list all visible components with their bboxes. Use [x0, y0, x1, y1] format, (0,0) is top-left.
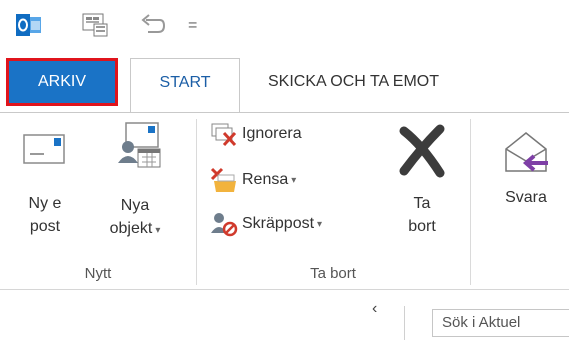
new-email-label-1: Ny e: [28, 195, 62, 212]
clean-up-button[interactable]: Rensa ▾: [210, 165, 296, 195]
group-label-nytt: Nytt: [84, 265, 112, 282]
reply-icon: [498, 132, 554, 179]
new-items-label-1: Nya: [120, 197, 150, 214]
ignore-icon: [210, 121, 238, 147]
group-label-ta-bort: Ta bort: [310, 265, 356, 282]
chevron-down-icon: ▾: [317, 218, 323, 230]
ignore-label: Ignorera: [242, 125, 302, 142]
tab-skicka-och-ta-emot[interactable]: SKICKA OCH TA EMOT: [256, 58, 451, 106]
ribbon-panel: Ny e post Nya objekt ▾ Nytt Ignorera Ren…: [0, 112, 569, 290]
send-receive-icon[interactable]: [80, 12, 110, 43]
ignore-button[interactable]: Ignorera: [210, 119, 302, 149]
junk-label: Skräppost: [242, 215, 315, 232]
new-email-icon: [20, 134, 70, 173]
chevron-down-icon: ▾: [155, 225, 161, 236]
new-items-button[interactable]: Nya objekt ▾: [94, 119, 176, 242]
search-input[interactable]: Sök i Aktuel: [432, 309, 569, 337]
new-email-label-2: post: [29, 218, 61, 235]
ribbon-tabs: ARKIV START SKICKA OCH TA EMOT: [0, 50, 569, 113]
clean-up-icon: [210, 167, 238, 193]
quick-access-toolbar: =: [0, 0, 569, 50]
tab-start[interactable]: START: [130, 58, 240, 113]
tab-arkiv[interactable]: ARKIV: [6, 58, 118, 106]
reply-button[interactable]: Svara: [494, 125, 558, 209]
below-ribbon-area: ‹ Sök i Aktuel: [0, 290, 569, 340]
delete-label-2: bort: [408, 218, 436, 235]
junk-button[interactable]: Skräppost ▾: [210, 209, 322, 239]
group-divider: [196, 119, 197, 285]
delete-label-1: Ta: [413, 195, 431, 212]
customize-qat-icon[interactable]: =: [188, 17, 197, 35]
undo-icon[interactable]: [140, 14, 166, 41]
clean-up-label: Rensa: [242, 171, 289, 188]
group-divider: [470, 119, 471, 285]
junk-icon: [210, 211, 238, 237]
reply-label: Svara: [505, 189, 547, 206]
outlook-logo-icon[interactable]: [16, 14, 42, 36]
collapse-pane-icon[interactable]: ‹: [372, 300, 377, 318]
delete-button[interactable]: Ta bort: [388, 123, 456, 238]
delete-icon: [394, 124, 450, 183]
chevron-down-icon: ▾: [291, 174, 297, 186]
new-items-label-2: objekt ▾: [109, 220, 161, 237]
new-email-button[interactable]: Ny e post: [14, 125, 76, 238]
new-items-icon: [104, 122, 166, 175]
pane-divider: [404, 306, 405, 340]
